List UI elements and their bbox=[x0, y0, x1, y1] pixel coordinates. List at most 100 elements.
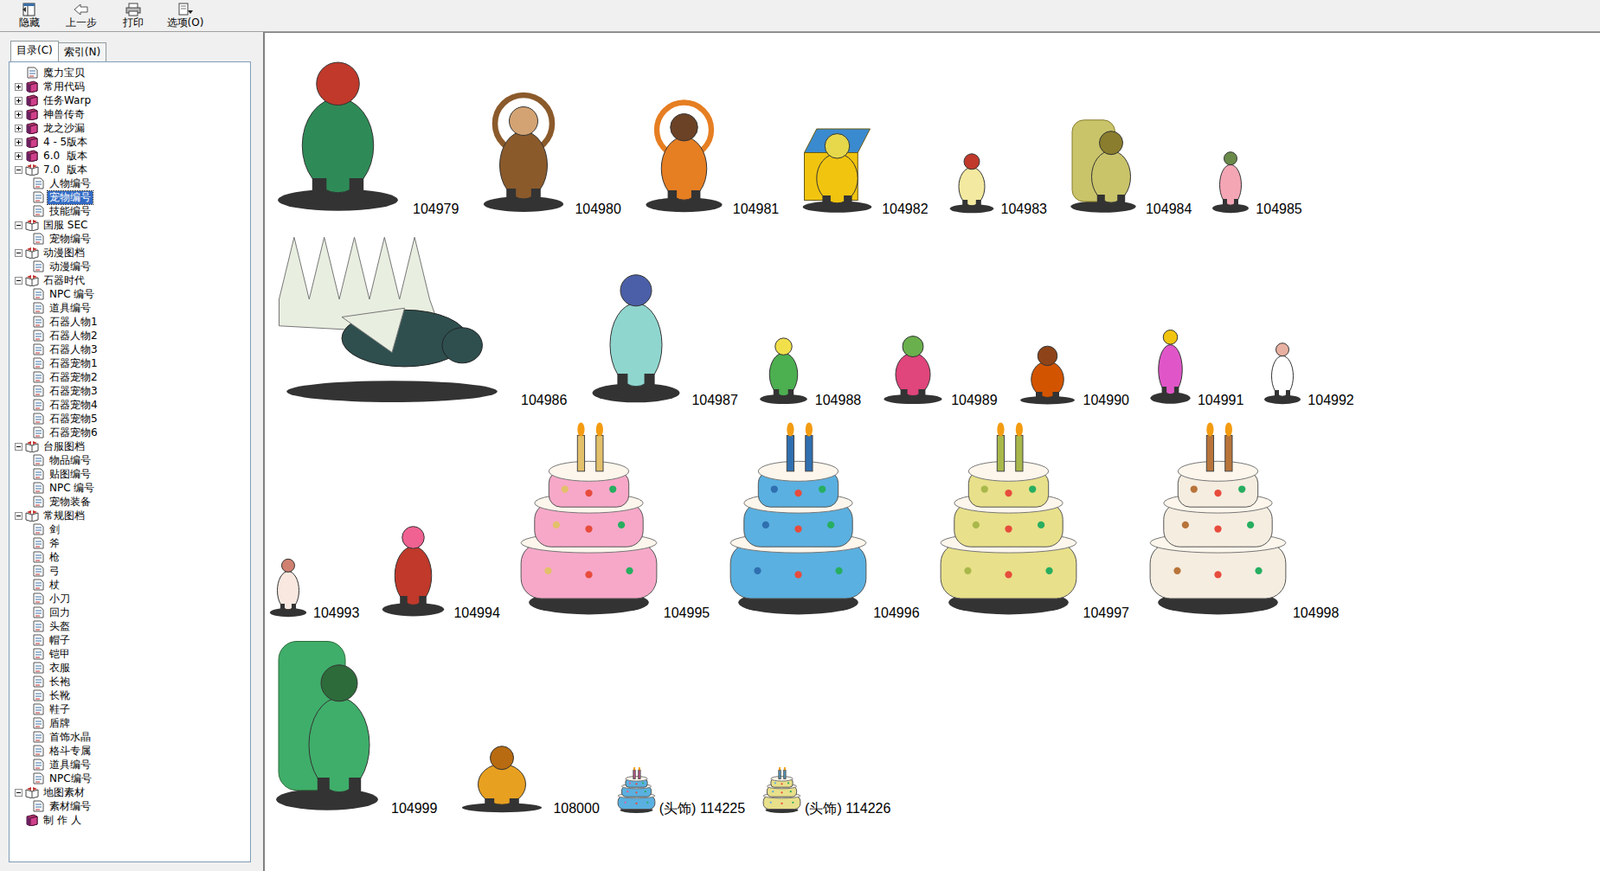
tree-item[interactable]: 动漫图档 bbox=[9, 245, 251, 260]
tree-item-label[interactable]: 道具编号 bbox=[47, 758, 93, 772]
tree-item-label[interactable]: 石器人物2 bbox=[47, 329, 100, 343]
tree-item-label[interactable]: 动漫图档 bbox=[41, 246, 87, 260]
tree-item-label[interactable]: 国服 SEC bbox=[41, 218, 90, 232]
tree-item-label[interactable]: 素材编号 bbox=[47, 800, 93, 814]
tree-item-label[interactable]: 长袍 bbox=[47, 675, 72, 689]
tree-item-label[interactable]: 常用代码 bbox=[41, 80, 87, 94]
tree-item-label[interactable]: 石器宠物1 bbox=[47, 357, 100, 371]
tree-item[interactable]: NPC 编号 bbox=[9, 287, 251, 302]
tree-item-label[interactable]: 物品编号 bbox=[47, 454, 93, 468]
tree-item[interactable]: 人物编号 bbox=[9, 176, 251, 191]
tree-item-label[interactable]: 地图素材 bbox=[41, 786, 87, 800]
tree-item-label[interactable]: 斧 bbox=[47, 537, 62, 551]
tree-item[interactable]: 制 作 人 bbox=[9, 813, 251, 828]
tree-item[interactable]: 长靴 bbox=[9, 688, 251, 703]
tree-item[interactable]: 石器宠物4 bbox=[9, 398, 251, 412]
tree-item[interactable]: 石器宠物1 bbox=[9, 356, 251, 371]
tree-item[interactable]: 7.0 版本 bbox=[9, 162, 251, 177]
expander-toggle[interactable] bbox=[14, 138, 23, 147]
tree-item-label[interactable]: 衣服 bbox=[47, 661, 72, 675]
tree-item-label[interactable]: 石器时代 bbox=[41, 274, 87, 288]
tree-item[interactable]: 贴图编号 bbox=[9, 467, 251, 482]
tree-item[interactable]: 长袍 bbox=[9, 674, 251, 689]
tree-item-label[interactable]: 7.0 版本 bbox=[41, 163, 90, 177]
tree-item-label[interactable]: 首饰水晶 bbox=[47, 731, 93, 745]
expander-toggle[interactable] bbox=[14, 96, 23, 105]
toolbar-button[interactable]: 隐藏 bbox=[6, 0, 52, 32]
tree-item[interactable]: 枪 bbox=[9, 550, 251, 565]
tree-item-label[interactable]: 帽子 bbox=[47, 634, 72, 648]
tree-item-label[interactable]: 石器宠物3 bbox=[47, 385, 100, 399]
tree-item[interactable]: 石器宠物2 bbox=[9, 370, 251, 385]
tree-item[interactable]: 弓 bbox=[9, 564, 251, 579]
tree-item-label[interactable]: 石器宠物5 bbox=[47, 412, 100, 426]
tree-item-label[interactable]: 石器宠物6 bbox=[47, 426, 100, 440]
tree-item[interactable]: 鞋子 bbox=[9, 702, 251, 717]
tree-item-label[interactable]: 宠物编号 bbox=[47, 232, 93, 246]
tree-item[interactable]: 宠物装备 bbox=[9, 494, 251, 509]
tree-item-label[interactable]: NPC 编号 bbox=[47, 481, 97, 495]
tree-item[interactable]: 剑 bbox=[9, 522, 251, 537]
expander-toggle[interactable] bbox=[14, 789, 23, 797]
tree-item-label[interactable]: 铠甲 bbox=[47, 648, 72, 662]
expander-toggle[interactable] bbox=[14, 443, 23, 451]
expander-toggle[interactable] bbox=[14, 124, 23, 133]
expander-toggle[interactable] bbox=[14, 166, 23, 174]
tree-item[interactable]: 素材编号 bbox=[9, 799, 251, 814]
tree-item[interactable]: 石器宠物6 bbox=[9, 425, 251, 440]
toolbar-button[interactable]: 打印 bbox=[110, 0, 156, 32]
tree-item-label[interactable]: 龙之沙漏 bbox=[41, 122, 87, 135]
tree-item[interactable]: 盾牌 bbox=[9, 716, 251, 731]
tree-item-label[interactable]: 弓 bbox=[47, 565, 62, 579]
tree-item-label[interactable]: 石器人物3 bbox=[47, 343, 100, 357]
tree-item[interactable]: 国服 SEC bbox=[9, 218, 251, 232]
tree-item[interactable]: 地图素材 bbox=[9, 785, 251, 800]
tree-item-label[interactable]: 长靴 bbox=[47, 689, 72, 703]
tree-item[interactable]: 物品编号 bbox=[9, 453, 251, 468]
toolbar-button[interactable]: 上一步 bbox=[58, 0, 104, 32]
tree-item-label[interactable]: 贴图编号 bbox=[47, 468, 93, 482]
tree-item-label[interactable]: 枪 bbox=[47, 551, 62, 565]
tree-item[interactable]: 斧 bbox=[9, 536, 251, 551]
tree-item-label[interactable]: 盾牌 bbox=[47, 717, 72, 731]
tree-item-label[interactable]: 石器宠物2 bbox=[47, 371, 100, 385]
tree-item[interactable]: 衣服 bbox=[9, 661, 251, 675]
tree-item[interactable]: 常用代码 bbox=[9, 79, 251, 94]
tree-item-label[interactable]: 回力 bbox=[47, 606, 72, 620]
expander-toggle[interactable] bbox=[14, 276, 23, 285]
expander-toggle[interactable] bbox=[14, 512, 23, 521]
tree-item[interactable]: 宠物编号 bbox=[9, 190, 251, 205]
tree-item[interactable]: 石器宠物5 bbox=[9, 411, 251, 426]
expander-toggle[interactable] bbox=[14, 249, 23, 258]
tree-item[interactable]: 龙之沙漏 bbox=[9, 121, 251, 135]
expander-toggle[interactable] bbox=[14, 83, 23, 91]
tree-item[interactable]: 任务Warp bbox=[9, 93, 251, 108]
tree-item[interactable]: 6.0 版本 bbox=[9, 148, 251, 163]
tree-item[interactable]: 回力 bbox=[9, 605, 251, 620]
tree-item[interactable]: 道具编号 bbox=[9, 758, 251, 772]
tree-item-label[interactable]: 头盔 bbox=[47, 620, 72, 634]
tree-item-label[interactable]: 杖 bbox=[47, 578, 62, 592]
tree-item-label[interactable]: 鞋子 bbox=[47, 703, 72, 717]
tree-item-label[interactable]: 魔力宝贝 bbox=[41, 66, 87, 80]
tree-item[interactable]: 技能编号 bbox=[9, 204, 251, 219]
tree-item[interactable]: 杖 bbox=[9, 578, 251, 592]
tree-item[interactable]: 头盔 bbox=[9, 619, 251, 634]
tree-item[interactable]: 石器宠物3 bbox=[9, 384, 251, 399]
tree-item[interactable]: 石器时代 bbox=[9, 273, 251, 288]
tree-item-label[interactable]: NPC 编号 bbox=[47, 288, 97, 302]
tree-item[interactable]: 石器人物2 bbox=[9, 328, 251, 343]
tree-item[interactable]: 铠甲 bbox=[9, 647, 251, 662]
toolbar-button[interactable]: 选项(O) bbox=[162, 0, 208, 32]
tree-item[interactable]: NPC编号 bbox=[9, 771, 251, 786]
tree-item[interactable]: 动漫编号 bbox=[9, 259, 251, 274]
tree-item[interactable]: NPC 编号 bbox=[9, 481, 251, 495]
tree-item-label[interactable]: 台服图档 bbox=[41, 440, 87, 454]
tree-item-label[interactable]: 人物编号 bbox=[47, 177, 93, 191]
tree-item[interactable]: 石器人物1 bbox=[9, 314, 251, 329]
tree-item-label[interactable]: 技能编号 bbox=[47, 205, 93, 219]
tree-item-label[interactable]: 道具编号 bbox=[47, 302, 93, 315]
tree-item-label[interactable]: 4 - 5版本 bbox=[41, 135, 90, 149]
tree-item-label[interactable]: 小刀 bbox=[47, 592, 72, 606]
tree-item-label[interactable]: 剑 bbox=[47, 523, 62, 537]
